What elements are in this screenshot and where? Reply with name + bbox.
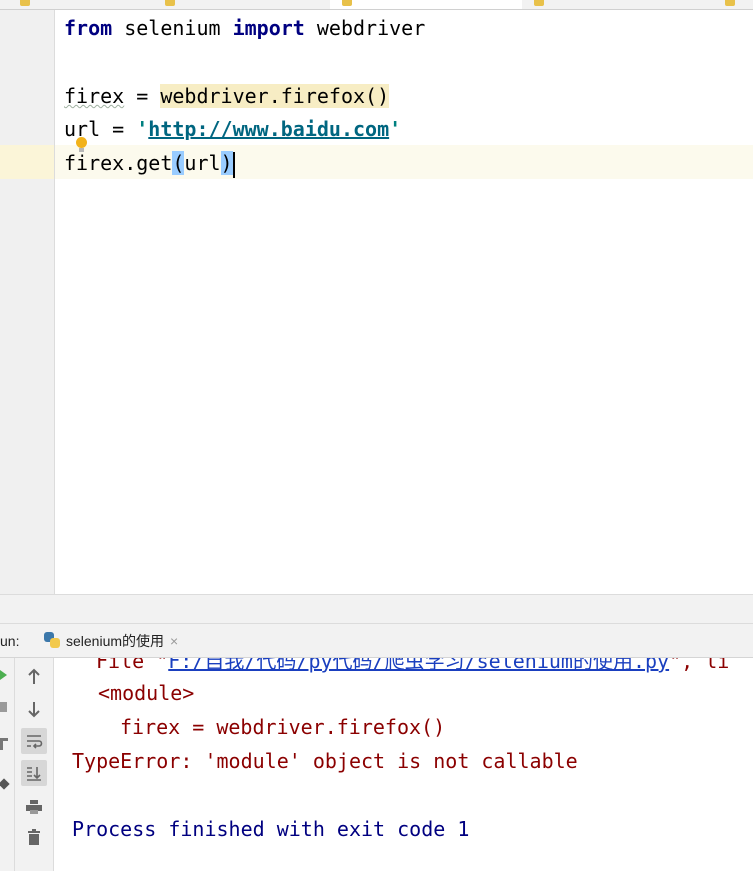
stop-icon[interactable] (0, 702, 7, 712)
layout-icon[interactable] (0, 738, 8, 750)
python-file-icon (342, 0, 352, 6)
call-argument: url (184, 151, 221, 175)
python-file-icon (165, 0, 175, 6)
url-string-link[interactable]: http://www.baidu.com (148, 117, 389, 141)
string-quote: ' (136, 117, 149, 141)
editor-tab[interactable] (20, 0, 33, 9)
run-left-toolbar (0, 658, 15, 871)
panel-splitter[interactable] (0, 594, 753, 624)
traceback-file-line: File "F:/自我/代码/py代码/爬虫学习/selenium的使用.py"… (96, 658, 729, 676)
run-tab-title: selenium的使用 (66, 633, 165, 649)
editor-gutter[interactable] (0, 10, 55, 594)
up-arrow-icon[interactable] (21, 664, 47, 690)
run-tab[interactable]: selenium的使用 × (44, 630, 184, 652)
string-quote: ' (389, 117, 402, 141)
traceback-file-suffix: ", li (669, 658, 730, 673)
traceback-code-line: firex = webdriver.firefox() (120, 715, 446, 739)
run-toolwindow-header: un: selenium的使用 × (0, 624, 753, 658)
soft-wrap-icon[interactable] (21, 728, 47, 754)
module-name: selenium (112, 16, 233, 40)
traceback-module-line: <module> (98, 681, 195, 705)
run-label: un: (0, 633, 20, 649)
traceback-file-prefix: File " (96, 658, 169, 673)
keyword-import: import (232, 16, 305, 40)
editor-tab[interactable] (534, 0, 547, 9)
code-line-3[interactable]: firex = webdriver.firefox() (64, 79, 390, 113)
down-arrow-icon[interactable] (21, 696, 47, 722)
close-icon[interactable]: × (170, 633, 178, 649)
assign-operator: = (100, 117, 137, 141)
brace-match-open: ( (172, 151, 185, 175)
rerun-icon[interactable] (0, 670, 7, 680)
imported-name: webdriver (304, 16, 426, 40)
code-line-1[interactable]: from selenium import webdriver (64, 11, 425, 45)
trash-icon[interactable] (21, 824, 47, 850)
code-editor[interactable]: from selenium import webdriver firex = w… (0, 10, 753, 594)
python-file-icon (20, 0, 30, 6)
keyword-from: from (64, 16, 113, 40)
python-file-icon (534, 0, 544, 6)
variable-firex: firex (64, 84, 125, 108)
console-output[interactable]: File "F:/自我/代码/py代码/爬虫学习/selenium的使用.py"… (54, 658, 753, 871)
process-exit-message: Process finished with exit code 1 (72, 817, 470, 841)
console-toolbar (15, 658, 54, 871)
editor-tab[interactable] (165, 0, 178, 9)
editor-tab-active[interactable] (330, 0, 522, 9)
editor-tab[interactable] (725, 0, 738, 9)
print-icon[interactable] (21, 794, 47, 820)
brace-match-close: ) (220, 151, 233, 175)
code-line-4[interactable]: url = 'http://www.baidu.com' (64, 112, 401, 146)
pin-icon[interactable] (0, 778, 10, 790)
assign-operator: = (124, 84, 161, 108)
highlighted-call: webdriver.firefox() (160, 84, 390, 108)
python-file-icon (725, 0, 735, 6)
lightbulb-icon[interactable] (76, 137, 87, 152)
editor-tab-strip (0, 0, 753, 10)
scroll-to-end-icon[interactable] (21, 760, 47, 786)
text-caret (232, 151, 235, 178)
traceback-file-link[interactable]: F:/自我/代码/py代码/爬虫学习/selenium的使用.py (168, 658, 669, 673)
gutter-current-line (0, 145, 54, 179)
code-line-5[interactable]: firex.get(url) (64, 146, 235, 180)
method-call: firex.get (64, 151, 173, 175)
python-file-icon (44, 632, 60, 649)
error-message: TypeError: 'module' object is not callab… (72, 749, 578, 773)
